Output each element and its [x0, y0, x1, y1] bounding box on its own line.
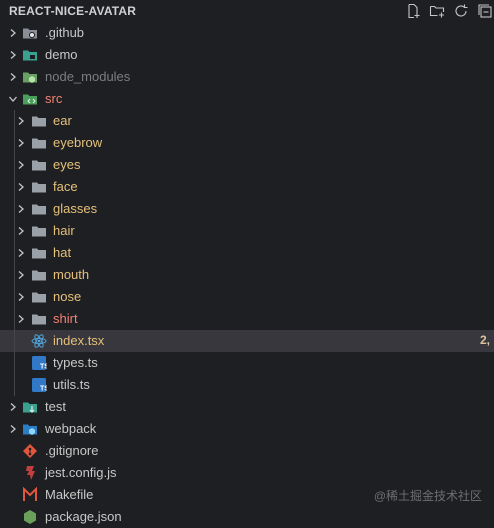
node-modules-folder-icon [22, 69, 38, 85]
chevron-right-icon[interactable] [16, 116, 26, 126]
folder-icon [31, 223, 47, 239]
new-folder-icon[interactable] [428, 2, 446, 20]
tree-folder-row[interactable]: face [0, 176, 494, 198]
tree-folder-row[interactable]: src [0, 88, 494, 110]
tree-item-label: ear [53, 113, 72, 128]
tree-folder-row[interactable]: webpack [0, 418, 494, 440]
chevron-right-icon[interactable] [8, 28, 18, 38]
tree-folder-row[interactable]: node_modules [0, 66, 494, 88]
chevron-right-icon[interactable] [8, 50, 18, 60]
demo-folder-icon [22, 47, 38, 63]
tree-item-label: glasses [53, 201, 98, 216]
test-folder-icon [22, 399, 38, 415]
tree-item-label: jest.config.js [45, 465, 117, 480]
folder-icon [31, 157, 47, 173]
tree-item-label: .github [45, 25, 85, 40]
chevron-right-icon[interactable] [16, 248, 26, 258]
tree-folder-row[interactable]: shirt [0, 308, 494, 330]
tree-file-row[interactable]: index.tsx 2, [0, 330, 494, 352]
folder-icon [31, 311, 47, 327]
tree-item-label: Makefile [45, 487, 94, 502]
tree-folder-row[interactable]: test [0, 396, 494, 418]
git-icon [22, 443, 38, 459]
src-folder-icon [22, 91, 38, 107]
tree-item-label: hair [53, 223, 75, 238]
folder-icon [31, 179, 47, 195]
chevron-right-icon[interactable] [16, 314, 26, 324]
chevron-right-icon[interactable] [16, 226, 26, 236]
folder-icon [31, 201, 47, 217]
tree-item-label: mouth [53, 267, 90, 282]
tree-file-row[interactable]: package.json [0, 506, 494, 528]
tree-folder-row[interactable]: eyes [0, 154, 494, 176]
tree-item-label: .gitignore [45, 443, 99, 458]
explorer-title: REACT-NICE-AVATAR [9, 4, 137, 18]
svg-text:TS: TS [40, 386, 47, 393]
tree-folder-row[interactable]: .github [0, 22, 494, 44]
chevron-down-icon[interactable] [8, 94, 18, 104]
svg-text:TS: TS [40, 364, 47, 371]
tree-item-label: nose [53, 289, 82, 304]
tree-item-label: package.json [45, 509, 122, 524]
watermark: @稀土掘金技术社区 [373, 489, 482, 503]
makefile-icon [22, 487, 38, 503]
tree-folder-row[interactable]: ear [0, 110, 494, 132]
nodejs-icon [22, 509, 38, 525]
indent-guide [14, 110, 15, 396]
refresh-icon[interactable] [452, 2, 470, 20]
explorer-header: REACT-NICE-AVATAR [0, 0, 494, 22]
folder-icon [31, 113, 47, 129]
tree-folder-row[interactable]: demo [0, 44, 494, 66]
chevron-right-icon[interactable] [16, 292, 26, 302]
folder-icon [31, 135, 47, 151]
tree-file-row[interactable]: TS types.ts [0, 352, 494, 374]
chevron-right-icon[interactable] [16, 204, 26, 214]
tree-item-label: node_modules [45, 69, 131, 84]
tree-item-label: src [45, 91, 63, 106]
tree-item-label: shirt [53, 311, 78, 326]
tree-folder-row[interactable]: nose [0, 286, 494, 308]
chevron-right-icon[interactable] [8, 402, 18, 412]
chevron-right-icon[interactable] [16, 182, 26, 192]
tree-file-row[interactable]: .gitignore [0, 440, 494, 462]
tree-item-label: webpack [45, 421, 97, 436]
tree-item-label: utils.ts [53, 377, 90, 392]
folder-icon [31, 245, 47, 261]
tree-file-row[interactable]: jest.config.js [0, 462, 494, 484]
chevron-right-icon[interactable] [8, 72, 18, 82]
folder-icon [31, 289, 47, 305]
file-tree: .github demo node_modulessrc ear eyebrow eyes… [0, 22, 494, 528]
tree-folder-row[interactable]: hat [0, 242, 494, 264]
tree-file-row[interactable]: TS utils.ts [0, 374, 494, 396]
tree-item-label: index.tsx [53, 333, 105, 348]
jest-icon [22, 465, 38, 481]
chevron-right-icon[interactable] [8, 424, 18, 434]
explorer-actions [404, 2, 494, 20]
folder-icon [31, 267, 47, 283]
chevron-right-icon[interactable] [16, 138, 26, 148]
collapse-all-icon[interactable] [476, 2, 494, 20]
tree-folder-row[interactable]: hair [0, 220, 494, 242]
tree-item-label: hat [53, 245, 72, 260]
tree-item-label: eyebrow [53, 135, 103, 150]
tree-item-label: face [53, 179, 78, 194]
github-folder-icon [22, 25, 38, 41]
problem-count-badge: 2, [479, 333, 490, 347]
new-file-icon[interactable] [404, 2, 422, 20]
chevron-right-icon[interactable] [16, 270, 26, 280]
chevron-right-icon[interactable] [16, 160, 26, 170]
typescript-icon: TS [31, 377, 47, 393]
webpack-folder-icon [22, 421, 38, 437]
tree-folder-row[interactable]: mouth [0, 264, 494, 286]
tree-item-label: eyes [53, 157, 81, 172]
react-ts-icon [31, 333, 47, 349]
tree-item-label: demo [45, 47, 78, 62]
tree-item-label: types.ts [53, 355, 98, 370]
tree-folder-row[interactable]: eyebrow [0, 132, 494, 154]
tree-folder-row[interactable]: glasses [0, 198, 494, 220]
tree-item-label: test [45, 399, 66, 414]
typescript-icon: TS [31, 355, 47, 371]
